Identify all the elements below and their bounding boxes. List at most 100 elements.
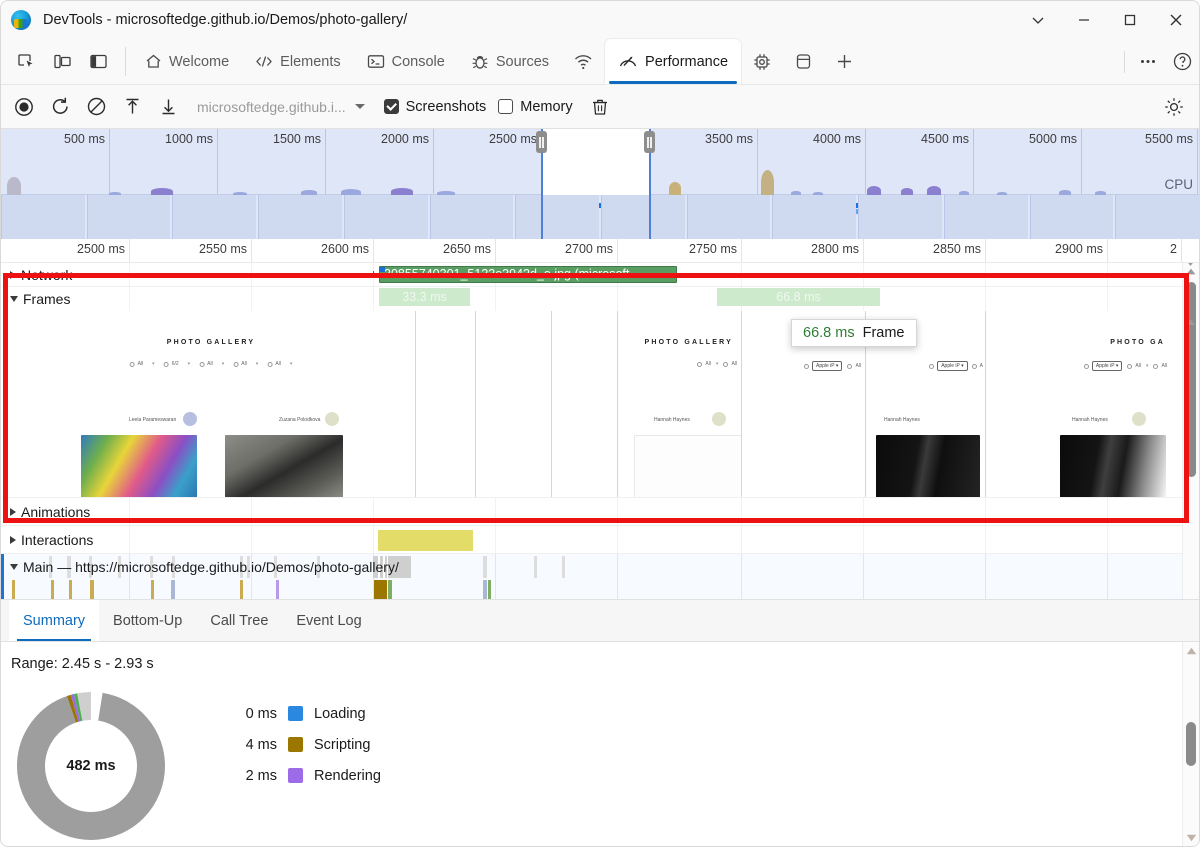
frame-screenshot[interactable]: PHOTO GALLERY All▾ All Hannah Haynes [617,311,741,497]
ruler-tick: 2550 ms [199,242,247,256]
screenshots-checkbox[interactable]: Screenshots [384,99,487,115]
overview-tick: 1500 ms [273,132,321,146]
legend-item[interactable]: 4 ms Scripting [231,729,381,760]
scroll-up-arrow[interactable] [1185,315,1196,328]
track-label: Main — https://microsoftedge.github.io/D… [23,559,399,575]
tab-memory[interactable] [741,39,783,84]
overview-tick: 4000 ms [813,132,861,146]
legend-item[interactable]: 2 ms Rendering [231,760,381,791]
window-title: DevTools - microsoftedge.github.io/Demos… [43,12,407,28]
chevron-right-icon[interactable] [10,271,16,279]
maximize-icon[interactable] [1107,1,1153,39]
chevron-right-icon[interactable] [10,508,16,516]
trash-icon[interactable] [583,90,617,124]
track-main[interactable]: Main — https://microsoftedge.github.io/D… [1,554,1199,599]
clear-icon[interactable] [79,90,113,124]
memory-checkbox[interactable]: Memory [498,99,572,115]
chevron-down-icon[interactable] [1015,1,1061,39]
drawer-tab-bottom-up[interactable]: Bottom-Up [99,600,196,641]
overview-selection-window[interactable] [542,129,649,195]
drawer-tab-bar: Summary Bottom-Up Call Tree Event Log [1,600,1199,642]
track-frames[interactable]: Frames 33.3 ms 66.8 ms [1,287,1199,498]
activity-donut-chart: 482 ms [11,686,171,846]
code-icon [255,53,273,70]
track-header-network[interactable]: Network [1,263,72,287]
track-header-frames[interactable]: Frames [1,287,70,311]
timeline-tracks[interactable]: Network 30855740301_5133e3942d_o.jpg (mi… [1,263,1199,599]
legend-swatch-rendering [288,768,303,783]
network-request-bar[interactable]: 30855740301_5133e3942d_o.jpg (microsoft.… [379,266,677,283]
interaction-event-bar[interactable] [378,530,473,551]
drawer-tab-call-tree[interactable]: Call Tree [196,600,282,641]
minimize-icon[interactable] [1061,1,1107,39]
tab-sources[interactable]: Sources [458,39,562,84]
frame-screenshot[interactable] [551,311,617,497]
tab-label: Performance [645,54,728,70]
gear-icon[interactable] [1157,90,1191,124]
tracks-scrollbar[interactable] [1182,263,1199,599]
track-label: Interactions [21,532,93,548]
chevron-right-icon[interactable] [10,536,16,544]
track-header-animations[interactable]: Animations [1,498,90,526]
upload-icon[interactable] [115,90,149,124]
ruler-tick: 2900 ms [1055,242,1103,256]
tab-network[interactable] [562,39,605,84]
overview-filmstrip [1,195,1199,239]
reload-icon[interactable] [43,90,77,124]
drawer-tab-label: Bottom-Up [113,613,182,629]
tab-welcome[interactable]: Welcome [132,39,242,84]
tooltip-label: Frame [863,325,905,341]
overview-right-handle[interactable] [644,131,655,153]
track-header-main[interactable]: Main — https://microsoftedge.github.io/D… [1,554,399,580]
dock-side-icon[interactable] [81,45,115,79]
frame-screenshot[interactable] [415,311,475,497]
drawer-tab-label: Call Tree [210,613,268,629]
close-icon[interactable] [1153,1,1199,39]
record-icon[interactable] [7,90,41,124]
tab-add-panel[interactable] [824,39,865,84]
recording-url: microsoftedge.github.i... [197,99,346,115]
frame-bar[interactable]: 66.8 ms [717,288,881,306]
tab-application[interactable] [783,39,824,84]
scrollbar-thumb[interactable] [1187,282,1196,477]
drawer-tab-event-log[interactable]: Event Log [282,600,375,641]
ellipsis-icon[interactable] [1131,45,1165,79]
summary-scrollbar[interactable] [1182,642,1199,846]
ruler-tick: 2 [1170,242,1177,256]
tab-console[interactable]: Console [354,39,458,84]
tab-performance[interactable]: Performance [605,39,741,84]
download-icon[interactable] [151,90,185,124]
console-icon [367,53,385,70]
frame-bar[interactable]: 33.3 ms [379,288,471,306]
track-network[interactable]: Network 30855740301_5133e3942d_o.jpg (mi… [1,263,1199,287]
legend-label: Scripting [314,737,370,753]
overview-left-handle[interactable] [536,131,547,153]
scroll-down-arrow[interactable] [1185,263,1196,269]
chevron-down-icon[interactable] [10,564,18,570]
help-icon[interactable] [1165,45,1199,79]
legend-swatch-scripting [288,737,303,752]
legend-swatch-loading [288,706,303,721]
details-drawer: Summary Bottom-Up Call Tree Event Log Ra… [1,599,1199,846]
frame-screenshot[interactable] [475,311,551,497]
screenshots-label: Screenshots [406,99,487,115]
overview-tick: 2000 ms [381,132,429,146]
legend-item[interactable]: 0 ms Loading [231,698,381,729]
inspect-icon[interactable] [9,45,43,79]
track-interactions[interactable]: Interactions [1,526,1199,554]
chevron-down-icon[interactable] [348,93,372,121]
scroll-down-arrow[interactable] [1183,829,1200,846]
device-toolbar-icon[interactable] [45,45,79,79]
scroll-up-arrow[interactable] [1183,642,1200,659]
chevron-down-icon[interactable] [10,296,18,302]
frame-screenshot[interactable]: PHOTO GA Apple iP ▾ All▾ All Hannah Hayn… [985,311,1171,497]
frame-screenshot[interactable]: PHOTO GALLERY All▾ 6/2▾ All▾ All▾ All▾ L… [7,311,415,497]
track-label: Network [21,267,72,283]
timeline-overview[interactable]: 500 ms 1000 ms 1500 ms 2000 ms 2500 ms 3… [1,129,1199,239]
detail-timeline-ruler: 2500 ms 2550 ms 2600 ms 2650 ms 2700 ms … [1,239,1199,263]
tab-elements[interactable]: Elements [242,39,353,84]
track-header-interactions[interactable]: Interactions [1,526,93,554]
frames-filmstrip[interactable]: PHOTO GALLERY All▾ 6/2▾ All▾ All▾ All▾ L… [1,311,1199,497]
track-animations[interactable]: Animations [1,498,1199,526]
drawer-tab-summary[interactable]: Summary [9,600,99,641]
